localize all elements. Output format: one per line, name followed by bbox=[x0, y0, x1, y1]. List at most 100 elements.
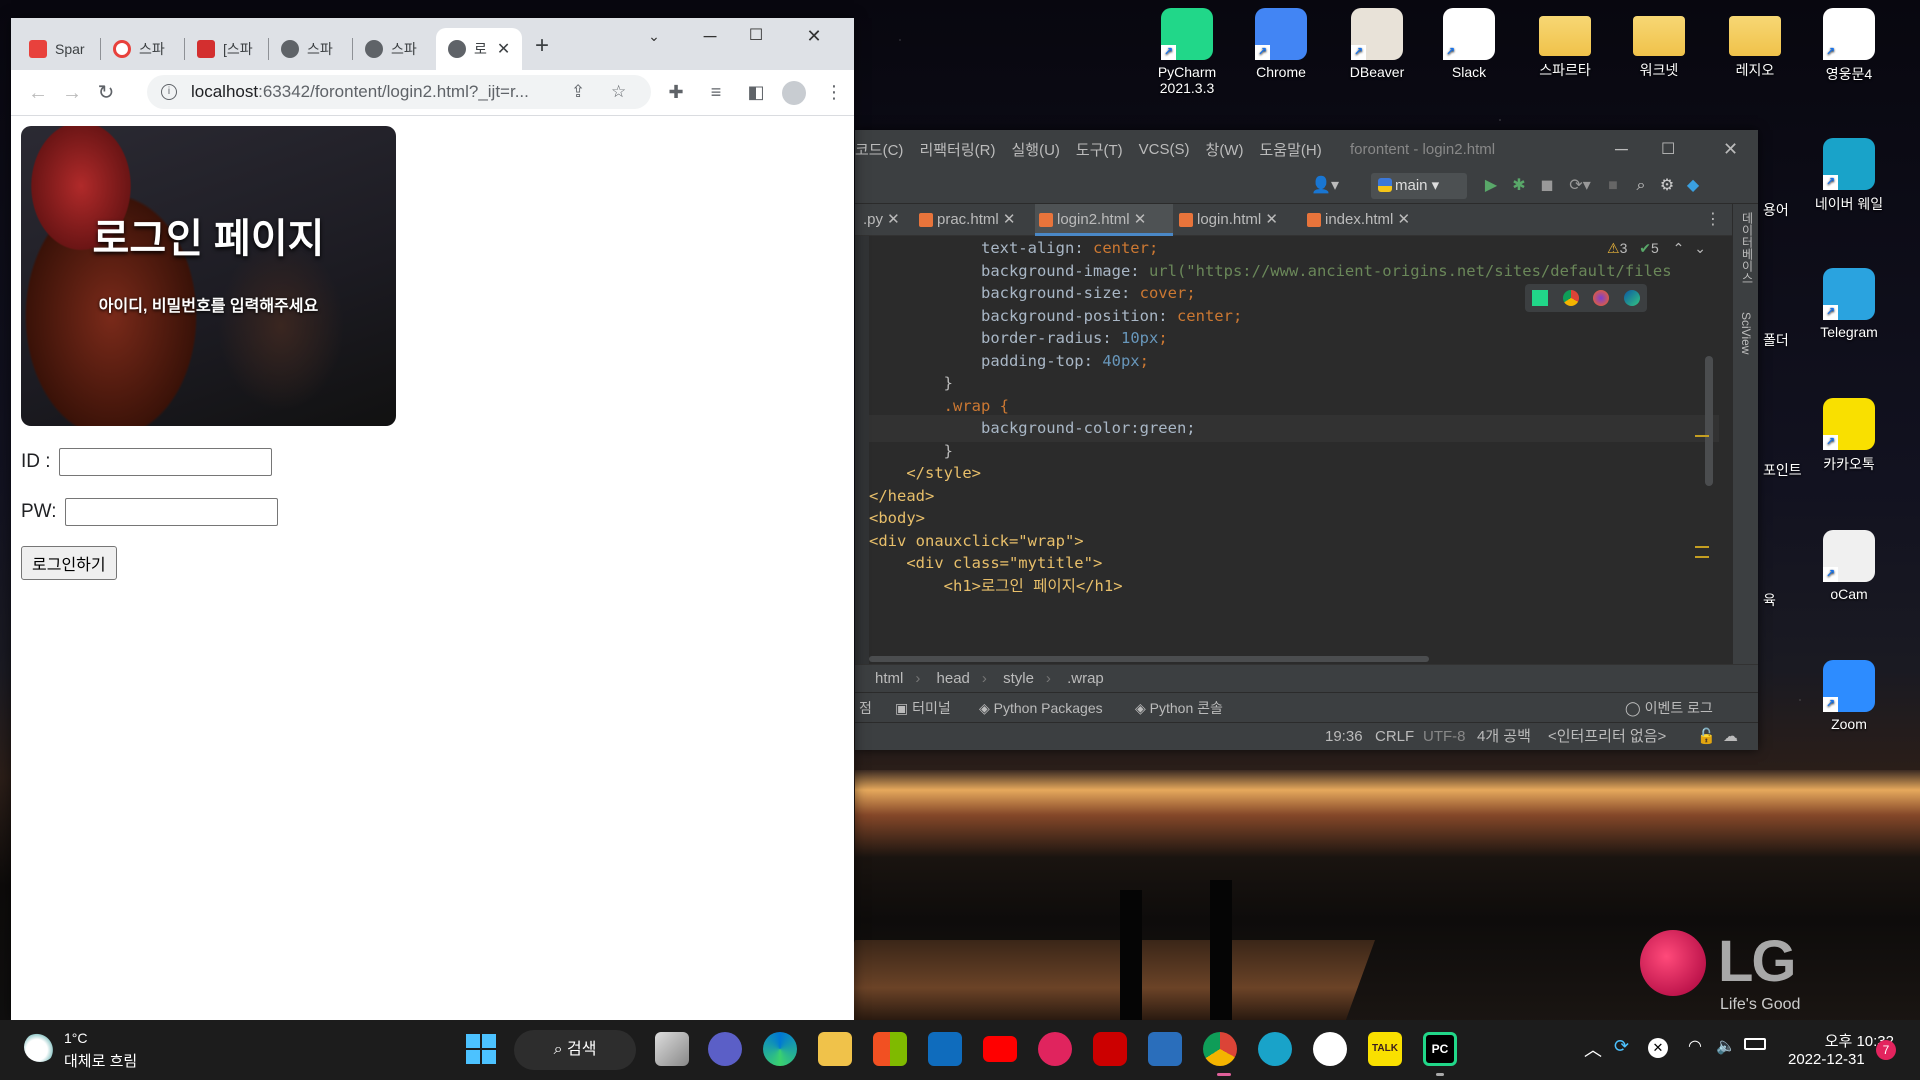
python-packages-tool[interactable]: ◈ Python Packages bbox=[979, 693, 1103, 723]
pycharm-browser-icon[interactable] bbox=[1532, 290, 1549, 306]
chevron-up-icon[interactable]: ︿ bbox=[1584, 1036, 1602, 1062]
settings-icon[interactable]: ⚙ bbox=[1657, 176, 1677, 196]
desktop-icon[interactable]: ↗ oCam bbox=[1806, 530, 1892, 602]
crumb[interactable]: head bbox=[937, 670, 970, 687]
profile-icon[interactable]: ⟳▾ bbox=[1565, 176, 1595, 196]
browser-tab[interactable]: 스파 bbox=[101, 28, 185, 70]
login-button[interactable]: 로그인하기 bbox=[21, 546, 117, 580]
maximize-icon[interactable]: ☐ bbox=[733, 18, 779, 58]
tab-login[interactable]: login.html ✕ bbox=[1175, 204, 1278, 236]
terminal-tool[interactable]: ▣ 터미널 bbox=[895, 693, 951, 723]
prev-highlight-icon[interactable]: ⌃ bbox=[1673, 240, 1685, 256]
stop-icon[interactable]: ■ bbox=[1603, 176, 1623, 196]
reading-list-icon[interactable]: ≡ bbox=[699, 75, 733, 109]
menu-tools[interactable]: 도구(T) bbox=[1076, 139, 1123, 160]
event-log-tool[interactable]: ◯ 이벤트 로그 bbox=[1625, 693, 1713, 723]
clock-date[interactable]: 2022-12-31 bbox=[1788, 1051, 1865, 1068]
inspection-widget[interactable]: ⚠3 ✔5 ⌃ ⌄ bbox=[1607, 240, 1706, 257]
desktop-icon[interactable]: 워크넷 bbox=[1616, 8, 1702, 80]
debug-icon[interactable]: ✱ bbox=[1509, 176, 1529, 196]
notification-icon[interactable]: ☁ bbox=[1723, 723, 1738, 751]
indent-setting[interactable]: 4개 공백 bbox=[1477, 723, 1531, 751]
edge-icon[interactable] bbox=[763, 1032, 797, 1066]
desktop-icon[interactable]: ↗ 네이버 웨일 bbox=[1806, 138, 1892, 214]
minimize-icon[interactable]: ─ bbox=[687, 18, 733, 58]
desktop-icon[interactable]: ↗ PyCharm 2021.3.3 bbox=[1144, 8, 1230, 96]
menu-window[interactable]: 창(W) bbox=[1206, 139, 1244, 160]
editor-scrollbar[interactable] bbox=[1705, 356, 1713, 486]
browser-tab[interactable]: 스파 bbox=[269, 28, 353, 70]
interpreter[interactable]: <인터프리터 없음> bbox=[1548, 723, 1666, 751]
desktop-icon[interactable]: ↗ Chrome bbox=[1238, 8, 1324, 80]
weather-desc[interactable]: 대체로 흐림 bbox=[64, 1050, 137, 1071]
lock-icon[interactable]: 🔓 bbox=[1697, 723, 1716, 751]
file-encoding[interactable]: UTF-8 bbox=[1423, 723, 1466, 751]
menu-run[interactable]: 실행(U) bbox=[1011, 139, 1059, 160]
start-windows-icon[interactable] bbox=[466, 1034, 496, 1064]
desktop-icon[interactable]: ↗ 카카오톡 bbox=[1806, 398, 1892, 474]
share-icon[interactable]: ⇪ bbox=[571, 82, 585, 102]
close-icon[interactable]: ✕ bbox=[1723, 139, 1738, 160]
tab-login2[interactable]: login2.html ✕ bbox=[1035, 204, 1173, 236]
notepad-icon[interactable] bbox=[1148, 1032, 1182, 1066]
search-icon[interactable]: ⌕ bbox=[1631, 176, 1651, 196]
code-editor[interactable]: text-align: center; background-image: ur… bbox=[855, 236, 1720, 664]
edge-browser-icon[interactable] bbox=[1623, 290, 1640, 306]
forward-icon[interactable]: → bbox=[55, 76, 89, 110]
chrome-taskbar-icon[interactable] bbox=[1203, 1032, 1237, 1066]
chrome-browser-icon[interactable] bbox=[1562, 290, 1579, 306]
horizontal-scrollbar[interactable] bbox=[869, 656, 1429, 662]
crumb[interactable]: .wrap bbox=[1067, 670, 1104, 687]
pw-input[interactable] bbox=[64, 498, 278, 526]
caret-position[interactable]: 19:36 bbox=[1325, 723, 1363, 751]
volume-icon[interactable]: 🔈 bbox=[1716, 1036, 1736, 1056]
dbeaver-taskbar-icon[interactable] bbox=[1313, 1032, 1347, 1066]
browser-tab-active[interactable]: 로 ✕ bbox=[436, 28, 522, 70]
crumb[interactable]: style bbox=[1003, 670, 1034, 687]
battery-icon[interactable] bbox=[1744, 1038, 1766, 1050]
python-console-tool[interactable]: ◈ Python 콘솔 bbox=[1135, 693, 1223, 723]
back-icon[interactable]: ← bbox=[21, 76, 55, 110]
desktop-icon[interactable]: 레지오 bbox=[1712, 8, 1798, 80]
pycharm-taskbar-icon[interactable]: PC bbox=[1423, 1032, 1457, 1066]
tool-partial[interactable]: 점 bbox=[859, 693, 872, 723]
tab-prac[interactable]: prac.html ✕ bbox=[915, 204, 1015, 236]
sync-icon[interactable]: ⟳ bbox=[1614, 1036, 1629, 1057]
youtube-icon[interactable] bbox=[983, 1036, 1017, 1062]
menu-help[interactable]: 도움말(H) bbox=[1259, 139, 1321, 160]
menu-code[interactable]: 코드(C) bbox=[855, 139, 903, 160]
teams-chat-icon[interactable] bbox=[708, 1032, 742, 1066]
menu-refactor[interactable]: 리팩터링(R) bbox=[919, 139, 995, 160]
next-highlight-icon[interactable]: ⌄ bbox=[1694, 240, 1706, 256]
desktop-icon[interactable]: ↗ Telegram bbox=[1806, 268, 1892, 340]
menu-icon[interactable]: ⋮ bbox=[817, 75, 851, 109]
tab-close-icon[interactable]: ✕ bbox=[497, 39, 510, 59]
firefox-browser-icon[interactable] bbox=[1593, 290, 1610, 306]
desktop-icon[interactable]: ↗ DBeaver bbox=[1334, 8, 1420, 80]
sciview-tool[interactable]: SciView bbox=[1739, 312, 1753, 354]
tab-index[interactable]: index.html ✕ bbox=[1303, 204, 1410, 236]
coverage-icon[interactable]: ◼ bbox=[1537, 176, 1557, 196]
notification-badge[interactable]: 7 bbox=[1876, 1040, 1896, 1060]
database-tool[interactable]: 데이터베이스 bbox=[1739, 212, 1756, 284]
address-bar[interactable]: i localhost:63342/forontent/login2.html?… bbox=[147, 75, 651, 109]
run-icon[interactable]: ▶ bbox=[1481, 176, 1501, 196]
desktop-icon[interactable]: ↗ 영웅문4 bbox=[1806, 8, 1892, 84]
browser-tab[interactable]: Spar bbox=[17, 28, 101, 70]
browser-tab[interactable]: 스파 bbox=[353, 28, 437, 70]
taskbar-search[interactable]: ⌕ 검색 bbox=[514, 1030, 636, 1070]
chat-app-icon[interactable] bbox=[1038, 1032, 1072, 1066]
desktop-icon[interactable]: 스파르타 bbox=[1522, 8, 1608, 80]
store-icon[interactable] bbox=[873, 1032, 907, 1066]
id-input[interactable] bbox=[58, 448, 272, 476]
close-circle-icon[interactable]: ✕ bbox=[1648, 1038, 1668, 1058]
menu-vcs[interactable]: VCS(S) bbox=[1139, 141, 1190, 158]
mail-icon[interactable] bbox=[928, 1032, 962, 1066]
reload-icon[interactable]: ↻ bbox=[89, 76, 123, 110]
profile-avatar-icon[interactable] bbox=[777, 75, 811, 109]
weather-cloud-icon[interactable] bbox=[24, 1032, 56, 1062]
task-view-icon[interactable] bbox=[655, 1032, 689, 1066]
line-separator[interactable]: CRLF bbox=[1375, 723, 1414, 751]
user-icon[interactable]: 👤▾ bbox=[1310, 176, 1340, 196]
crumb[interactable]: html bbox=[875, 670, 903, 687]
